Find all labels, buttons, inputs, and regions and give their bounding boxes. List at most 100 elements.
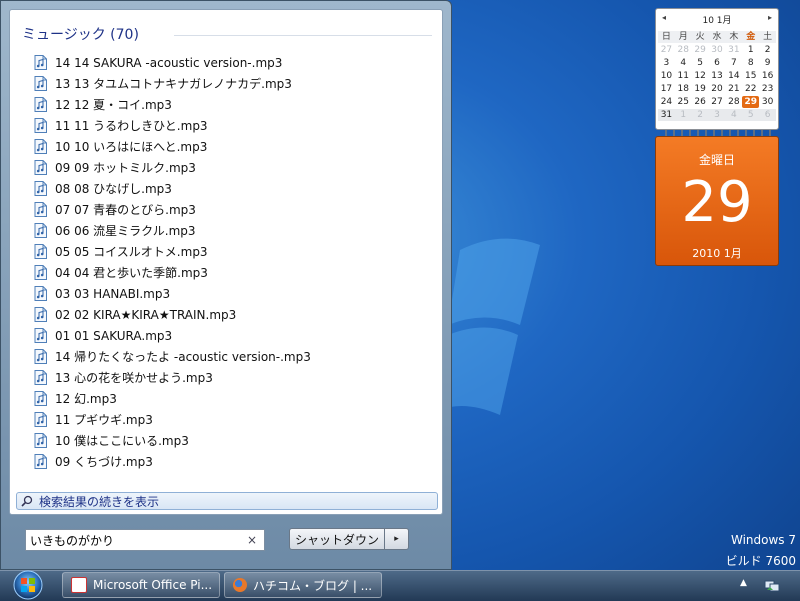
start-button-icon[interactable] — [8, 569, 48, 600]
calendar-day[interactable]: 28 — [675, 44, 692, 56]
calendar-day[interactable]: 29 — [692, 44, 709, 56]
file-item[interactable]: 05 05 コイスルオトメ.mp3 — [34, 241, 434, 262]
file-item[interactable]: 09 09 ホットミルク.mp3 — [34, 157, 434, 178]
calendar-day[interactable]: 26 — [692, 96, 709, 108]
calendar-day[interactable]: 27 — [658, 44, 675, 56]
start-menu: ミュージック (70) 14 14 SAKURA -acoustic versi… — [0, 0, 452, 570]
search-input[interactable] — [26, 533, 244, 547]
taskbar-button-firefox[interactable]: ハチコム・ブログ | ... — [224, 572, 382, 598]
file-name: 13 13 タユムコトナキナガレノナカデ.mp3 — [55, 77, 292, 91]
calendar-gadget: ◂ 10 1月 ▸ 日月火水木金土 27 28 29 30 31 1 2 3 4 5 6 7 8 9 10 11… — [655, 8, 779, 130]
calendar-weekday: 月 — [674, 31, 692, 43]
file-item[interactable]: 06 06 流星ミラクル.mp3 — [34, 220, 434, 241]
see-more-results-link[interactable]: 検索結果の続きを表示 — [16, 492, 438, 510]
shutdown-button[interactable]: シャットダウン — [289, 528, 385, 550]
file-item[interactable]: 07 07 青春のとびら.mp3 — [34, 199, 434, 220]
start-search-box[interactable]: × — [25, 529, 265, 551]
file-name: 08 08 ひなげし.mp3 — [55, 182, 172, 196]
firefox-icon — [233, 578, 247, 592]
file-item[interactable]: 11 プギウギ.mp3 — [34, 409, 434, 430]
date-card-month: 2010 1月 — [692, 247, 742, 260]
file-item[interactable]: 02 02 KIRA★KIRA★TRAIN.mp3 — [34, 304, 434, 325]
music-group-header[interactable]: ミュージック (70) — [22, 24, 139, 44]
calendar-day[interactable]: 19 — [692, 83, 709, 95]
calendar-day[interactable]: 24 — [658, 96, 675, 108]
mp3-file-icon — [34, 307, 47, 322]
search-results-pane: ミュージック (70) 14 14 SAKURA -acoustic versi… — [9, 9, 443, 515]
file-item[interactable]: 10 10 いろはにほへと.mp3 — [34, 136, 434, 157]
calendar-day[interactable]: 11 — [675, 70, 692, 82]
calendar-day[interactable]: 18 — [675, 83, 692, 95]
calendar-day[interactable]: 17 — [658, 83, 675, 95]
mp3-file-icon — [34, 370, 47, 385]
taskbar-button-office[interactable]: Microsoft Office Pi... — [62, 572, 220, 598]
calendar-day[interactable]: 10 — [658, 70, 675, 82]
calendar-weekday: 日 — [658, 31, 675, 43]
mp3-file-icon — [34, 160, 47, 175]
calendar-day[interactable]: 22 — [742, 83, 759, 95]
calendar-day[interactable]: 6 — [759, 109, 776, 121]
calendar-day[interactable]: 14 — [725, 70, 742, 82]
network-icon[interactable] — [764, 577, 780, 593]
file-item[interactable]: 14 14 SAKURA -acoustic version-.mp3 — [34, 52, 434, 73]
file-name: 11 プギウギ.mp3 — [55, 413, 153, 427]
calendar-day[interactable]: 23 — [759, 83, 776, 95]
calendar-day[interactable]: 30 — [709, 44, 726, 56]
file-item[interactable]: 13 13 タユムコトナキナガレノナカデ.mp3 — [34, 73, 434, 94]
taskbar-button-label: Microsoft Office Pi... — [93, 578, 213, 592]
calendar-day[interactable]: 21 — [725, 83, 742, 95]
calendar-day[interactable]: 6 — [709, 57, 726, 69]
calendar-day[interactable]: 30 — [759, 96, 776, 108]
calendar-day[interactable]: 9 — [759, 57, 776, 69]
file-name: 14 14 SAKURA -acoustic version-.mp3 — [55, 55, 283, 70]
file-item[interactable]: 12 12 夏・コイ.mp3 — [34, 94, 434, 115]
calendar-day[interactable]: 27 — [709, 96, 726, 108]
calendar-day[interactable]: 8 — [742, 57, 759, 69]
shutdown-options-button[interactable]: ▸ — [385, 528, 409, 550]
file-item[interactable]: 12 幻.mp3 — [34, 388, 434, 409]
calendar-day[interactable]: 15 — [742, 70, 759, 82]
file-name: 13 心の花を咲かせよう.mp3 — [55, 371, 213, 385]
calendar-day[interactable]: 25 — [675, 96, 692, 108]
mp3-file-icon — [34, 286, 47, 301]
calendar-day[interactable]: 5 — [692, 57, 709, 69]
calendar-next-icon[interactable]: ▸ — [768, 13, 772, 22]
calendar-day[interactable]: 7 — [725, 57, 742, 69]
taskbar-button-label: ハチコム・ブログ | ... — [253, 578, 373, 593]
calendar-day[interactable]: 4 — [675, 57, 692, 69]
mp3-file-icon — [34, 76, 47, 91]
calendar-day[interactable]: 28 — [725, 96, 742, 108]
file-item[interactable]: 08 08 ひなげし.mp3 — [34, 178, 434, 199]
file-item[interactable]: 01 01 SAKURA.mp3 — [34, 325, 434, 346]
calendar-day[interactable]: 29 — [742, 96, 760, 108]
file-name: 02 02 KIRA★KIRA★TRAIN.mp3 — [55, 307, 237, 322]
calendar-day[interactable]: 31 — [658, 109, 675, 121]
file-item[interactable]: 14 帰りたくなったよ -acoustic version-.mp3 — [34, 346, 434, 367]
date-card: 金曜日 29 2010 1月 — [655, 136, 779, 266]
file-item[interactable]: 10 僕はここにいる.mp3 — [34, 430, 434, 451]
calendar-day[interactable]: 4 — [725, 109, 743, 121]
file-name: 12 幻.mp3 — [55, 392, 117, 406]
calendar-day[interactable]: 1 — [674, 109, 692, 121]
calendar-day[interactable]: 20 — [709, 83, 726, 95]
file-item[interactable]: 13 心の花を咲かせよう.mp3 — [34, 367, 434, 388]
file-item[interactable]: 04 04 君と歩いた季節.mp3 — [34, 262, 434, 283]
calendar-day[interactable]: 12 — [692, 70, 709, 82]
mp3-file-icon — [34, 202, 47, 217]
calendar-day[interactable]: 13 — [709, 70, 726, 82]
file-name: 11 11 うるわしきひと.mp3 — [55, 119, 208, 133]
file-item[interactable]: 11 11 うるわしきひと.mp3 — [34, 115, 434, 136]
clear-search-icon[interactable]: × — [244, 533, 260, 547]
file-item[interactable]: 03 03 HANABI.mp3 — [34, 283, 434, 304]
show-hidden-icons-icon[interactable]: ▲ — [740, 578, 747, 588]
calendar-day[interactable]: 2 — [759, 44, 776, 56]
calendar-weekday: 土 — [759, 31, 776, 43]
calendar-day[interactable]: 2 — [691, 109, 709, 121]
calendar-day[interactable]: 1 — [742, 44, 759, 56]
calendar-day[interactable]: 31 — [725, 44, 742, 56]
calendar-day[interactable]: 3 — [658, 57, 675, 69]
calendar-day[interactable]: 3 — [708, 109, 726, 121]
calendar-day[interactable]: 16 — [759, 70, 776, 82]
file-item[interactable]: 09 くちづけ.mp3 — [34, 451, 434, 472]
calendar-day[interactable]: 5 — [742, 109, 760, 121]
